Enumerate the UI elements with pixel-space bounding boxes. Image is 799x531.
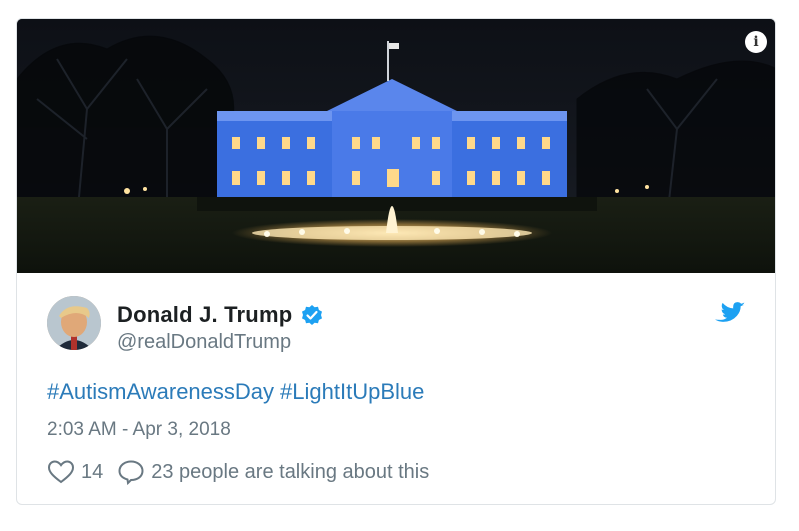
verified-badge-icon xyxy=(302,305,323,325)
tweet-text: #AutismAwarenessDay #LightItUpBlue xyxy=(47,379,430,405)
white-house-night-photo xyxy=(17,19,775,273)
tweet-photo[interactable]: i xyxy=(17,19,775,273)
author-handle[interactable]: @realDonaldTrump xyxy=(117,331,291,354)
profile-picture xyxy=(47,296,101,350)
info-icon[interactable]: i xyxy=(745,31,767,53)
heart-icon[interactable] xyxy=(47,459,75,485)
hashtag-link[interactable]: #AutismAwarenessDay xyxy=(47,379,274,404)
author-name[interactable]: Donald J. Trump xyxy=(117,302,292,328)
speech-bubble-icon[interactable] xyxy=(117,459,145,485)
talking-about-link[interactable]: 23 people are talking about this xyxy=(151,461,429,484)
avatar[interactable] xyxy=(47,296,101,350)
embedded-tweet-card[interactable]: i Donald J. Trump @realDonaldTrump #Auti… xyxy=(16,18,776,505)
like-count[interactable]: 14 xyxy=(81,461,103,484)
hashtag-link[interactable]: #LightItUpBlue xyxy=(280,379,424,404)
twitter-bird-icon[interactable] xyxy=(715,301,745,327)
tweet-timestamp[interactable]: 2:03 AM - Apr 3, 2018 xyxy=(47,419,231,441)
tweet-actions: 14 23 people are talking about this xyxy=(47,459,429,485)
